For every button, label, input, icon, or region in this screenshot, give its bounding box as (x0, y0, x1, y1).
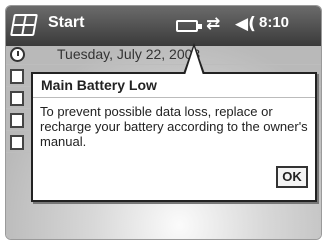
connectivity-icon[interactable]: ⇄ (206, 14, 220, 34)
battery-icon[interactable] (176, 20, 202, 32)
tasks-icon (10, 113, 24, 128)
dialog-message: To prevent possible data loss, replace o… (40, 104, 308, 149)
speaker-icon[interactable]: ◀( (235, 14, 256, 34)
messages-icon (10, 91, 24, 106)
owner-icon (10, 69, 24, 84)
dialog-callout-pointer-fill (185, 47, 203, 75)
pocket-pc-screen: Start ⇄ ◀( 8:10 Tuesday, July 22, 2003 M… (5, 5, 322, 240)
battery-warning-dialog: Main Battery Low To prevent possible dat… (31, 43, 317, 202)
start-flag-icon[interactable] (10, 14, 38, 36)
ok-button[interactable]: OK (276, 166, 308, 188)
title-bar: Start ⇄ ◀( 8:10 (6, 6, 321, 46)
today-date-row[interactable]: Tuesday, July 22, 2003 (6, 46, 321, 65)
clock[interactable]: 8:10 (259, 14, 289, 31)
calendar-icon (10, 135, 24, 150)
today-date: Tuesday, July 22, 2003 (57, 46, 201, 62)
start-menu-label[interactable]: Start (48, 14, 84, 32)
clock-icon (10, 47, 25, 62)
dialog-title: Main Battery Low (33, 74, 315, 98)
